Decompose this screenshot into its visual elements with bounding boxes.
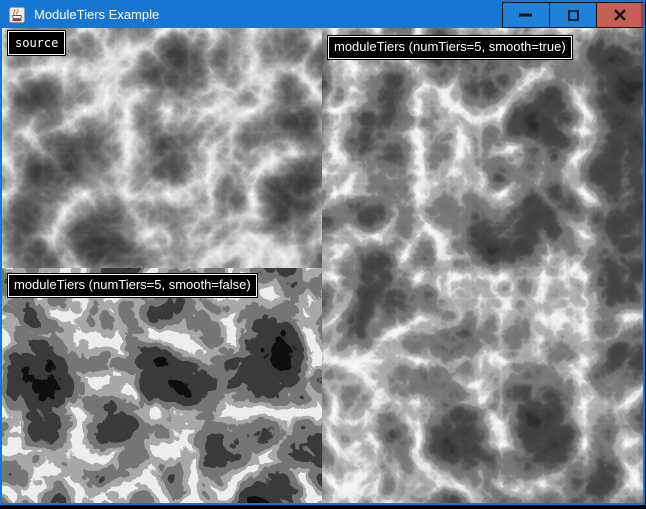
minimize-button[interactable] bbox=[502, 2, 549, 28]
label-tiers-smooth: moduleTiers (numTiers=5, smooth=true) bbox=[328, 36, 572, 59]
maximize-button[interactable] bbox=[549, 2, 596, 28]
tiers-hard-noise-image bbox=[2, 268, 322, 503]
label-source: source bbox=[8, 31, 65, 55]
maximize-icon bbox=[568, 10, 579, 21]
desktop: { "window": { "title": "ModuleTiers Exam… bbox=[0, 0, 646, 509]
close-button[interactable] bbox=[596, 2, 643, 28]
tiers-smooth-noise-image bbox=[322, 28, 643, 503]
close-icon bbox=[614, 9, 626, 21]
window-title: ModuleTiers Example bbox=[34, 2, 159, 28]
app-window: ModuleTiers Example bbox=[0, 0, 645, 505]
noise-render-stage bbox=[2, 28, 643, 503]
label-tiers-hard: moduleTiers (numTiers=5, smooth=false) bbox=[8, 274, 257, 297]
window-controls bbox=[502, 2, 643, 28]
minimize-icon bbox=[519, 13, 533, 17]
canvas-area: source moduleTiers (numTiers=5, smooth=t… bbox=[2, 28, 643, 503]
source-noise-image bbox=[2, 28, 322, 268]
titlebar[interactable]: ModuleTiers Example bbox=[2, 2, 643, 28]
java-app-icon bbox=[9, 7, 25, 23]
